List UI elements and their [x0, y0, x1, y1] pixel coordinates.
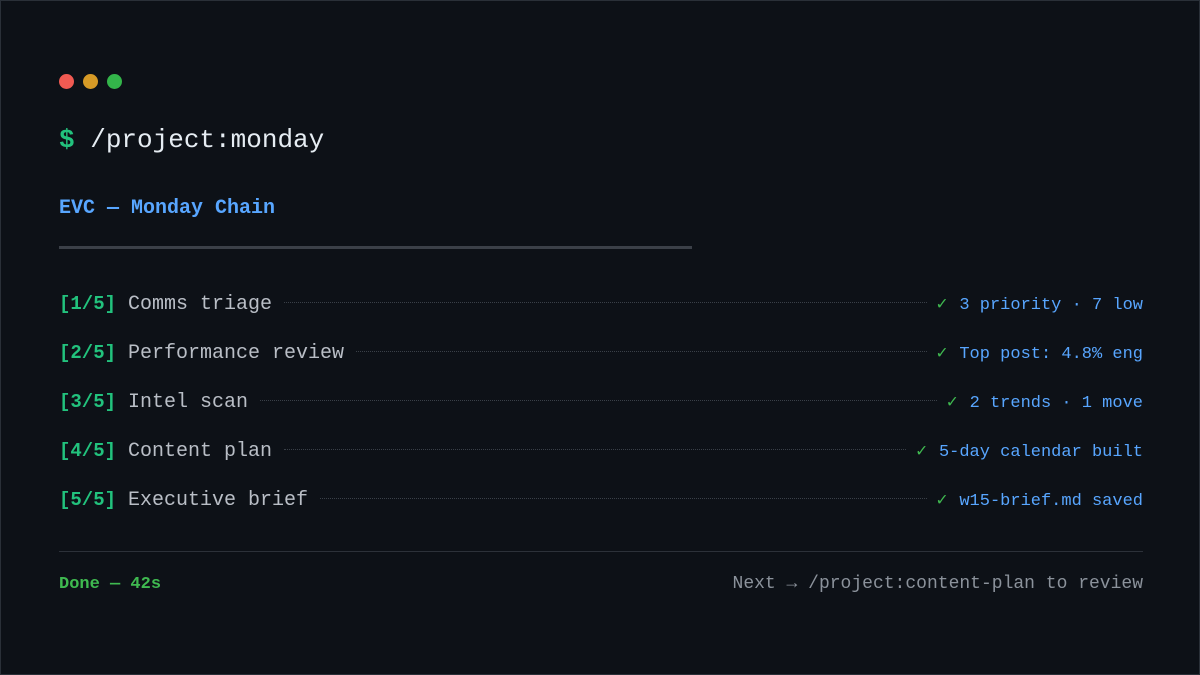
title-divider	[59, 246, 692, 249]
step-result: 3 priority · 7 low	[959, 296, 1143, 315]
check-icon: ✓	[936, 344, 948, 364]
dot-leader	[320, 498, 927, 499]
prompt-command: /project:monday	[90, 125, 325, 155]
step-result: Top post: 4.8% eng	[959, 345, 1143, 364]
step-row: [4/5] Content plan ✓ 5-day calendar buil…	[59, 440, 1143, 489]
close-button[interactable]	[59, 74, 74, 89]
dot-leader	[356, 351, 927, 352]
check-icon: ✓	[916, 442, 927, 462]
prompt-symbol: $	[59, 125, 75, 155]
step-number: [1/5]	[59, 293, 117, 315]
dot-leader	[260, 400, 937, 401]
minimize-button[interactable]	[83, 74, 98, 89]
step-name: Intel scan	[128, 391, 249, 414]
step-result: 5-day calendar built	[938, 443, 1143, 462]
step-number: [2/5]	[59, 342, 117, 364]
step-number: [4/5]	[59, 440, 117, 462]
step-number: [5/5]	[59, 489, 117, 511]
step-name: Performance review	[128, 342, 345, 365]
step-name: Content plan	[128, 440, 273, 463]
footer: Done — 42s Next → /project:content-plan …	[59, 574, 1143, 594]
next-hint: Next → /project:content-plan to review	[732, 574, 1143, 594]
step-number: [3/5]	[59, 391, 117, 413]
step-name: Comms triage	[128, 293, 273, 316]
maximize-button[interactable]	[107, 74, 122, 89]
step-row: [5/5] Executive brief ✓ w15-brief.md sav…	[59, 489, 1143, 538]
check-icon: ✓	[936, 295, 948, 315]
terminal-window: $ /project:monday EVC — Monday Chain [1/…	[0, 0, 1200, 675]
done-status: Done — 42s	[59, 575, 162, 594]
step-row: [2/5] Performance review ✓ Top post: 4.8…	[59, 342, 1143, 391]
command-prompt: $ /project:monday	[59, 123, 324, 157]
step-result: w15-brief.md saved	[959, 492, 1143, 511]
dot-leader	[284, 449, 907, 450]
step-row: [1/5] Comms triage ✓ 3 priority · 7 low	[59, 293, 1143, 342]
window-controls	[59, 74, 122, 89]
step-name: Executive brief	[128, 489, 309, 512]
footer-divider	[59, 551, 1143, 552]
check-icon: ✓	[946, 393, 958, 413]
step-row: [3/5] Intel scan ✓ 2 trends · 1 move	[59, 391, 1143, 440]
chain-title: EVC — Monday Chain	[59, 197, 276, 220]
dot-leader	[284, 302, 927, 303]
step-list: [1/5] Comms triage ✓ 3 priority · 7 low …	[59, 293, 1143, 538]
step-result: 2 trends · 1 move	[969, 394, 1143, 413]
check-icon: ✓	[936, 491, 948, 511]
